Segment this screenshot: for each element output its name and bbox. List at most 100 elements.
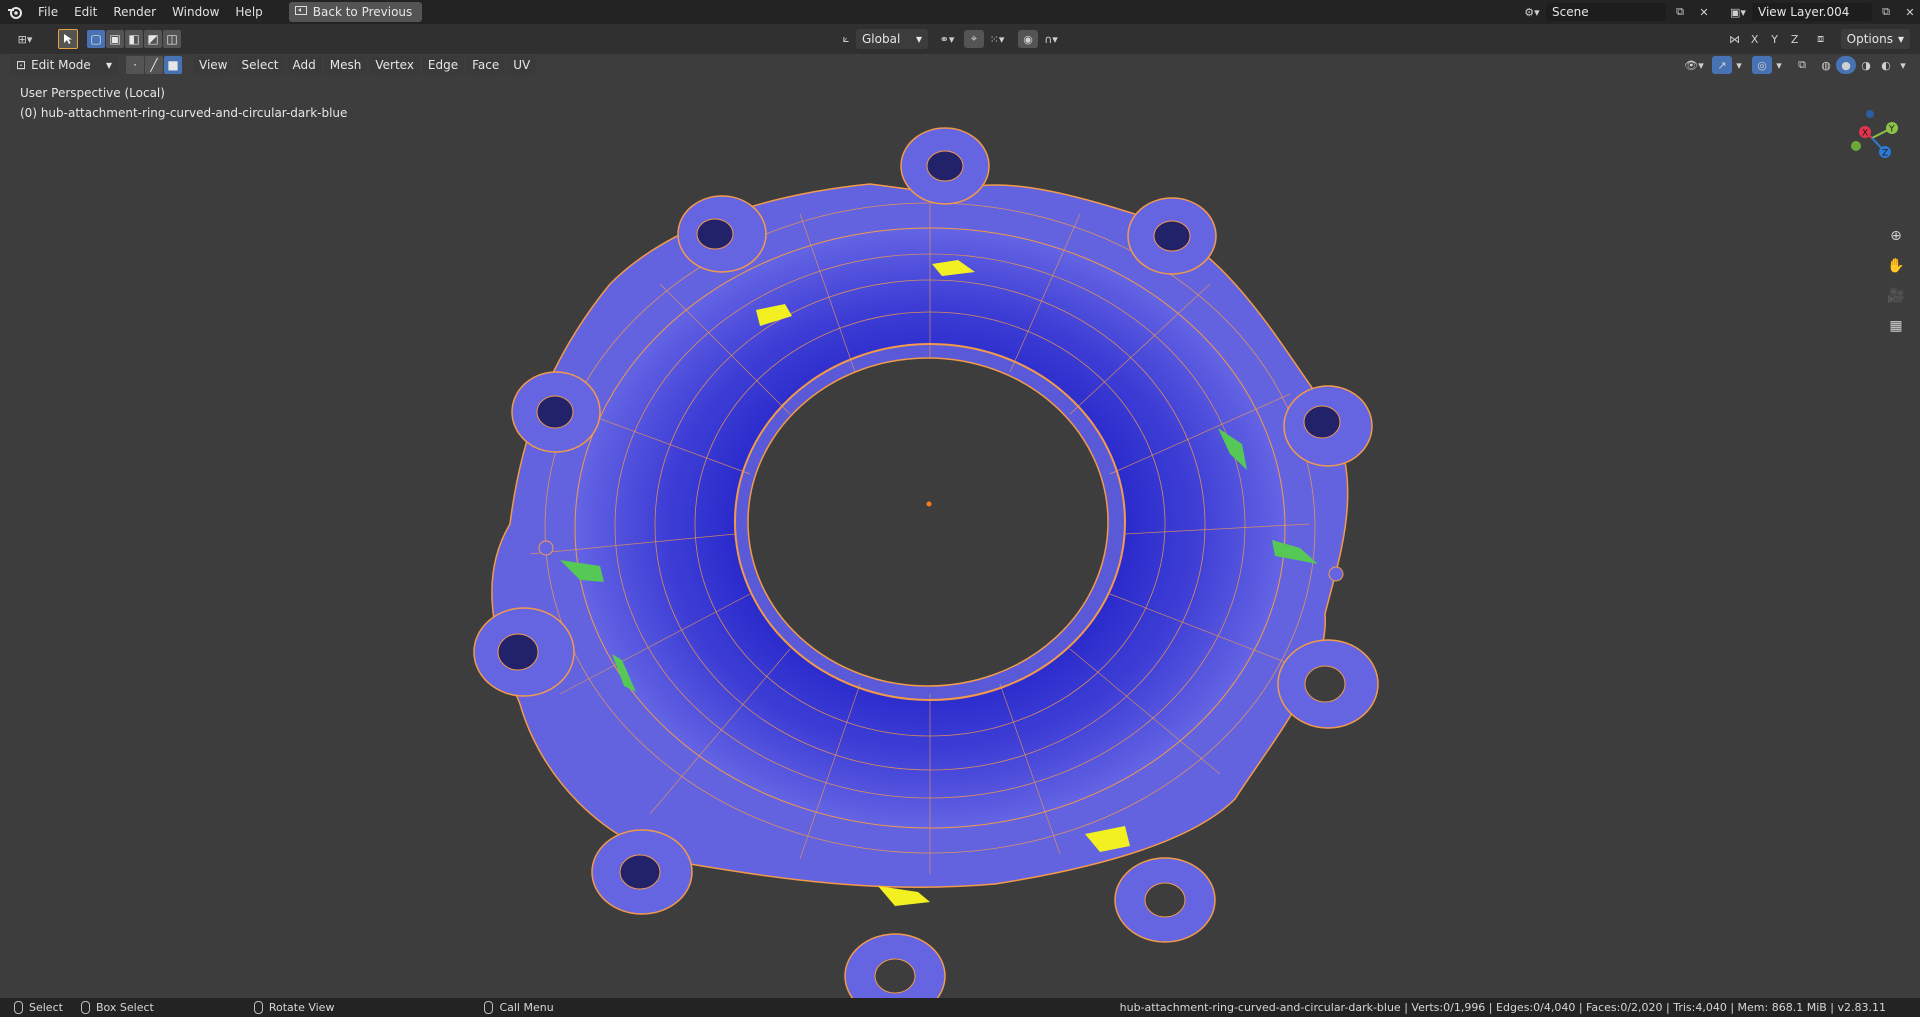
grid-view-icon[interactable]: ▦: [1884, 314, 1908, 338]
chevron-down-icon[interactable]: ▾: [1772, 56, 1786, 74]
chevron-down-icon: ▾: [915, 32, 922, 46]
proportional-edit-icon[interactable]: ◉: [1018, 30, 1038, 48]
gizmo-neg-z[interactable]: [1866, 110, 1874, 118]
editor-type-icon[interactable]: ⊞▾: [10, 30, 40, 48]
boss: [1127, 197, 1217, 275]
select-tool-icon[interactable]: [58, 29, 78, 49]
chevron-down-icon[interactable]: ▾: [1732, 56, 1746, 74]
menu-render[interactable]: Render: [105, 0, 164, 24]
face-select-icon[interactable]: ■: [164, 56, 182, 74]
object-origin: [926, 501, 932, 507]
orientation-dropdown[interactable]: Global ▾: [856, 29, 928, 49]
small-tab: [538, 540, 554, 556]
screen-icon: [294, 5, 307, 19]
chevron-down-icon: ▾: [105, 58, 112, 72]
select-subtract-icon[interactable]: ◧: [125, 30, 143, 48]
boss: [1283, 385, 1373, 467]
auto-merge-icon[interactable]: ⧈: [1811, 30, 1831, 48]
viewport-header: ⊡ Edit Mode ▾ ⋅ ╱ ■ View Select Add Mesh…: [0, 54, 1920, 76]
overlays-toggle-icon[interactable]: ◎: [1752, 56, 1772, 74]
hub-attachment-ring-mesh: [473, 127, 1379, 998]
select-invert-icon[interactable]: ◩: [144, 30, 162, 48]
pivot-point-icon[interactable]: ⚭▾: [934, 30, 960, 48]
boss: [511, 371, 601, 453]
mirror-z-toggle[interactable]: Z: [1785, 30, 1805, 48]
center-hole: [747, 357, 1109, 687]
mesh-render: [473, 127, 1379, 998]
menu-file[interactable]: File: [30, 0, 66, 24]
falloff-icon[interactable]: ∩▾: [1038, 30, 1064, 48]
menu-face[interactable]: Face: [466, 55, 506, 75]
mirror-y-toggle[interactable]: Y: [1765, 30, 1785, 48]
mouse-middle-icon: [253, 1001, 263, 1014]
new-scene-icon[interactable]: ⧉: [1670, 3, 1690, 21]
select-new-icon[interactable]: ▢: [87, 30, 105, 48]
status-hint-select: Select: [14, 1001, 63, 1014]
select-intersect-icon[interactable]: ◫: [163, 30, 181, 48]
gizmo-x-label: X: [1862, 129, 1868, 139]
material-shading-icon[interactable]: ◑: [1856, 56, 1876, 74]
scene-statistics: hub-attachment-ring-curved-and-circular-…: [1119, 1001, 1886, 1014]
snap-target-icon[interactable]: ⁙▾: [984, 30, 1010, 48]
3d-viewport[interactable]: ⊡ Edit Mode ▾ ⋅ ╱ ■ View Select Add Mesh…: [0, 54, 1920, 998]
rendered-shading-icon[interactable]: ◐: [1876, 56, 1896, 74]
chevron-down-icon[interactable]: ▾: [1896, 56, 1910, 74]
view-layer-browse-icon[interactable]: ▣▾: [1728, 3, 1748, 21]
menu-edge[interactable]: Edge: [421, 55, 465, 75]
navigation-gizmo[interactable]: Y Z X: [1830, 94, 1910, 174]
wireframe-shading-icon[interactable]: ◍: [1816, 56, 1836, 74]
topbar-right: ⚙▾ Scene ⧉ ✕ ▣▾ View Layer.004 ⧉ ✕: [1522, 0, 1920, 24]
mouse-left-icon: [14, 1001, 23, 1014]
visibility-icon[interactable]: 👁▾: [1680, 56, 1708, 74]
status-hint-call-menu: Call Menu: [484, 1001, 554, 1014]
vertex-select-icon[interactable]: ⋅: [126, 56, 144, 74]
menu-add[interactable]: Add: [286, 55, 322, 75]
boss: [900, 127, 990, 205]
snap-toggle-icon[interactable]: ⌖: [964, 30, 984, 48]
scene-browse-icon[interactable]: ⚙▾: [1522, 3, 1542, 21]
mouse-right-icon: [484, 1001, 494, 1014]
options-dropdown[interactable]: Options ▾: [1840, 29, 1910, 49]
camera-icon[interactable]: 🎥: [1884, 284, 1908, 308]
transform-settings: ⟀ Global ▾ ⚭▾ ⌖ ⁙▾ ◉ ∩▾: [836, 29, 1064, 49]
menu-window[interactable]: Window: [164, 0, 227, 24]
tool-settings-bar: ⊞▾ ▢ ▣ ◧ ◩ ◫ ⟀ Global ▾ ⚭▾ ⌖ ⁙▾ ◉ ∩▾ ⋈ X …: [0, 24, 1920, 54]
mode-dropdown[interactable]: ⊡ Edit Mode ▾: [10, 55, 118, 75]
mirror-icon[interactable]: ⋈: [1725, 30, 1745, 48]
gizmo-neg-y[interactable]: [1851, 141, 1861, 151]
back-to-previous-label: Back to Previous: [312, 5, 413, 19]
edge-select-icon[interactable]: ╱: [145, 56, 163, 74]
boss: [677, 195, 767, 273]
solid-shading-icon[interactable]: ●: [1836, 56, 1856, 74]
remove-view-layer-icon[interactable]: ✕: [1900, 3, 1920, 21]
menu-uv[interactable]: UV: [507, 55, 537, 75]
gizmo-y-label: Y: [1888, 125, 1895, 135]
menu-vertex[interactable]: Vertex: [369, 55, 420, 75]
edit-mode-icon: ⊡: [16, 58, 27, 72]
menu-view[interactable]: View: [193, 55, 234, 75]
mirror-x-toggle[interactable]: X: [1745, 30, 1765, 48]
pan-hand-icon[interactable]: ✋: [1884, 254, 1908, 278]
menu-edit[interactable]: Edit: [66, 0, 105, 24]
viewport-menus: View Select Add Mesh Vertex Edge Face UV: [193, 55, 538, 75]
menu-select[interactable]: Select: [235, 55, 285, 75]
gizmo-toggle-icon[interactable]: ↗: [1712, 56, 1732, 74]
scene-name-field[interactable]: Scene: [1546, 3, 1666, 21]
menu-help[interactable]: Help: [227, 0, 270, 24]
new-view-layer-icon[interactable]: ⧉: [1876, 3, 1896, 21]
boss: [1114, 857, 1216, 943]
selection-mode-group: ▢ ▣ ◧ ◩ ◫: [87, 30, 182, 48]
back-to-previous-button[interactable]: Back to Previous: [288, 2, 423, 22]
xray-toggle-icon[interactable]: ⧉: [1792, 56, 1812, 74]
zoom-icon[interactable]: ⊕: [1884, 224, 1908, 248]
remove-scene-icon[interactable]: ✕: [1694, 3, 1714, 21]
viewport-nav-tools: ⊕ ✋ 🎥 ▦: [1884, 224, 1908, 338]
select-extend-icon[interactable]: ▣: [106, 30, 124, 48]
blender-logo-icon[interactable]: [0, 0, 30, 24]
status-bar: Select Box Select Rotate View Call Menu …: [0, 998, 1920, 1017]
mouse-drag-icon: [80, 1001, 90, 1014]
tool-settings-right: ⋈ X Y Z ⧈ Options ▾: [1725, 29, 1910, 49]
view-layer-field[interactable]: View Layer.004: [1752, 3, 1872, 21]
menu-mesh[interactable]: Mesh: [323, 55, 368, 75]
status-hint-box-select: Box Select: [80, 1001, 154, 1014]
